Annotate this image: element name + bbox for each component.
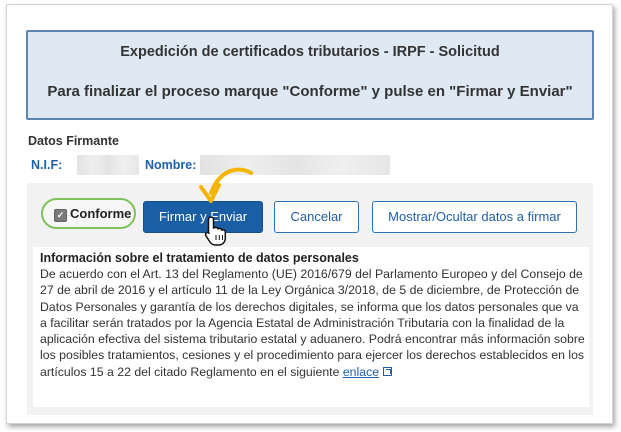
conforme-highlight[interactable]: ✓ Conforme — [41, 198, 136, 229]
nif-value-redacted — [77, 155, 139, 175]
window-frame: Expedición de certificados tributarios -… — [6, 4, 613, 424]
privacy-info-body: De acuerdo con el Art. 13 del Reglamento… — [40, 267, 585, 379]
nif-label: N.I.F: — [31, 158, 63, 172]
privacy-info-title: Información sobre el tratamiento de dato… — [40, 251, 359, 265]
page-instruction: Para finalizar el proceso marque "Confor… — [47, 83, 573, 100]
curved-arrow-icon — [199, 167, 253, 203]
conforme-checkbox[interactable]: ✓ — [54, 209, 67, 222]
conforme-label[interactable]: Conforme — [70, 206, 131, 221]
toggle-data-button[interactable]: Mostrar/Ocultar datos a firmar — [372, 201, 577, 233]
external-link-icon[interactable] — [383, 366, 393, 376]
page-title: Expedición de certificados tributarios -… — [120, 44, 500, 60]
privacy-link[interactable]: enlace — [343, 365, 379, 379]
page-header: Expedición de certificados tributarios -… — [26, 30, 594, 120]
hand-pointer-icon — [204, 216, 227, 246]
nombre-label: Nombre: — [145, 158, 197, 172]
firmante-section-title: Datos Firmante — [28, 134, 119, 148]
privacy-info-box: Información sobre el tratamiento de dato… — [33, 247, 589, 407]
privacy-info-text: De acuerdo con el Art. 13 del Reglamento… — [40, 266, 585, 380]
cancel-button[interactable]: Cancelar — [274, 201, 359, 233]
